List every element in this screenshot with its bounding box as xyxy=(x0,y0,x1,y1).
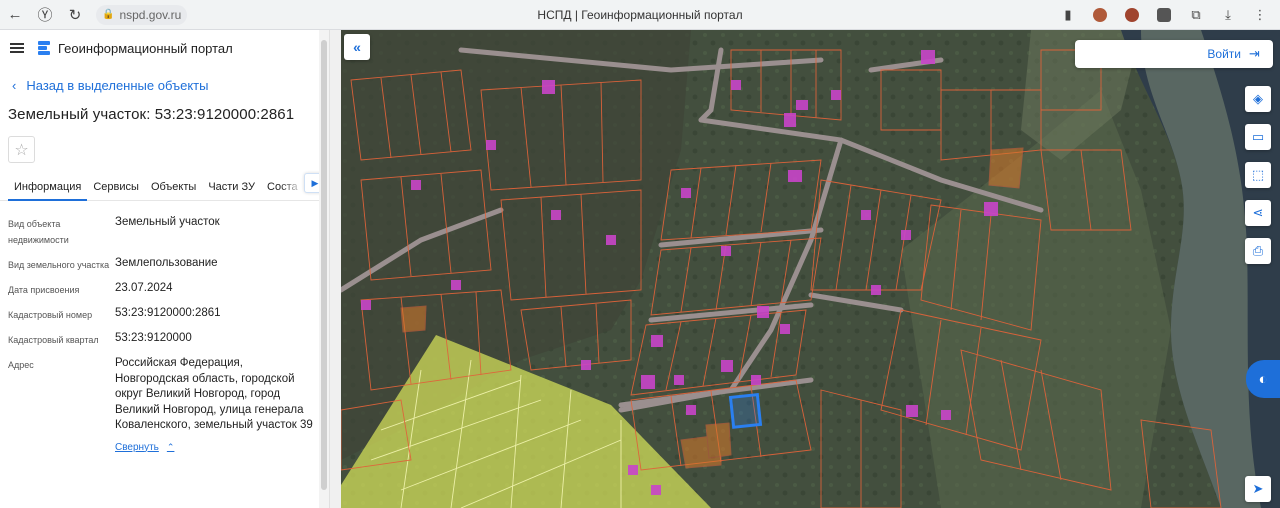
download-icon[interactable]: ⤓ xyxy=(1214,0,1242,30)
collapse-link[interactable]: Свернуть ⌃ xyxy=(115,442,329,453)
chevron-up-icon: ⌃ xyxy=(166,441,175,452)
property-value: 23.07.2024 xyxy=(115,282,173,294)
print-icon[interactable]: ⎙ xyxy=(1245,238,1271,264)
tab-bar: Информация Сервисы Объекты Части ЗУ Сост… xyxy=(0,173,329,201)
menu-icon[interactable]: ⋮ xyxy=(1246,0,1274,30)
login-icon: ⇥ xyxy=(1249,46,1260,61)
app-header: Геоинформационный портал xyxy=(0,30,329,66)
reload-icon[interactable]: ↻ xyxy=(60,0,90,30)
hamburger-menu-icon[interactable] xyxy=(10,43,24,53)
favorite-star-icon[interactable]: ☆ xyxy=(8,136,35,163)
tab-information[interactable]: Информация xyxy=(8,173,88,201)
property-row: Кадастровый квартал 53:23:9120000 xyxy=(0,331,329,348)
ruler-icon[interactable]: ▭ xyxy=(1245,124,1271,150)
tab-parts[interactable]: Части ЗУ xyxy=(202,173,261,201)
property-row: Дата присвоения 23.07.2024 xyxy=(0,281,329,298)
property-value: 53:23:9120000 xyxy=(115,332,192,344)
info-panel: Геоинформационный портал ‹ Назад в выдел… xyxy=(0,30,330,508)
support-chat-icon[interactable]: ◐ xyxy=(1246,360,1280,398)
property-label: Вид земельного участка xyxy=(8,260,110,270)
app-title: Геоинформационный портал xyxy=(58,40,233,56)
property-label: Адрес xyxy=(8,360,34,370)
properties-list: Вид объекта недвижимости Земельный участ… xyxy=(0,215,329,453)
panel-scrollbar[interactable] xyxy=(319,30,329,508)
property-row: Кадастровый номер 53:23:9120000:2861 xyxy=(0,306,329,323)
property-value: Землепользование xyxy=(115,257,218,269)
back-arrow-icon[interactable]: ← xyxy=(0,0,30,30)
url-text: nspd.gov.ru xyxy=(119,7,182,22)
property-row: Адрес Российская Федерация, Новгородская… xyxy=(0,356,329,434)
select-area-icon[interactable]: ⬚ xyxy=(1245,162,1271,188)
browser-toolbar: ← Ⓨ ↻ 🔒 nspd.gov.ru НСПД | Геоинформацио… xyxy=(0,0,1280,30)
collapse-panel-icon[interactable]: « xyxy=(344,34,370,60)
bookmark-icon[interactable]: ▮ xyxy=(1054,0,1082,30)
layers-icon[interactable]: ◈ xyxy=(1245,86,1271,112)
property-label: Дата присвоения xyxy=(8,285,80,295)
back-link-label: Назад в выделенные объекты xyxy=(26,78,209,93)
map-view[interactable] xyxy=(341,30,1280,508)
property-value: Земельный участок xyxy=(115,216,220,228)
page-title: Земельный участок: 53:23:9120000:2861 xyxy=(8,106,295,123)
tab-objects[interactable]: Объекты xyxy=(145,173,202,201)
property-label: Кадастровый квартал xyxy=(8,335,99,345)
share-icon[interactable]: ⋖ xyxy=(1245,200,1271,226)
tab-services[interactable]: Сервисы xyxy=(87,173,145,201)
back-link[interactable]: ‹ Назад в выделенные объекты xyxy=(0,78,329,93)
property-value: 53:23:9120000:2861 xyxy=(115,307,221,319)
selected-parcel[interactable] xyxy=(728,392,763,429)
login-label: Войти xyxy=(1207,47,1241,61)
property-row: Вид земельного участка Землепользование xyxy=(0,256,329,273)
property-label: Вид объекта недвижимости xyxy=(8,219,69,245)
address-bar[interactable]: 🔒 nspd.gov.ru xyxy=(96,4,188,25)
collapse-label: Свернуть xyxy=(115,441,159,453)
map-canvas[interactable] xyxy=(341,30,1280,508)
yandex-icon[interactable]: Ⓨ xyxy=(30,0,60,30)
lock-icon: 🔒 xyxy=(102,9,115,20)
chevron-left-icon: ‹ xyxy=(12,78,17,93)
tab-fade xyxy=(280,173,304,200)
property-value: Российская Федерация, Новгородская облас… xyxy=(115,357,313,431)
navigate-location-icon[interactable]: ➤ xyxy=(1245,476,1271,502)
extension-icon[interactable] xyxy=(1118,0,1146,30)
property-label: Кадастровый номер xyxy=(8,310,93,320)
portal-logo-icon xyxy=(38,41,50,55)
extension-icon[interactable] xyxy=(1086,0,1114,30)
extension-icon[interactable] xyxy=(1150,0,1178,30)
panel-splitter[interactable] xyxy=(330,30,341,508)
login-button[interactable]: Войти ⇥ xyxy=(1075,40,1273,68)
property-row: Вид объекта недвижимости Земельный участ… xyxy=(0,215,329,248)
extension-icon[interactable]: ⧉ xyxy=(1182,0,1210,30)
